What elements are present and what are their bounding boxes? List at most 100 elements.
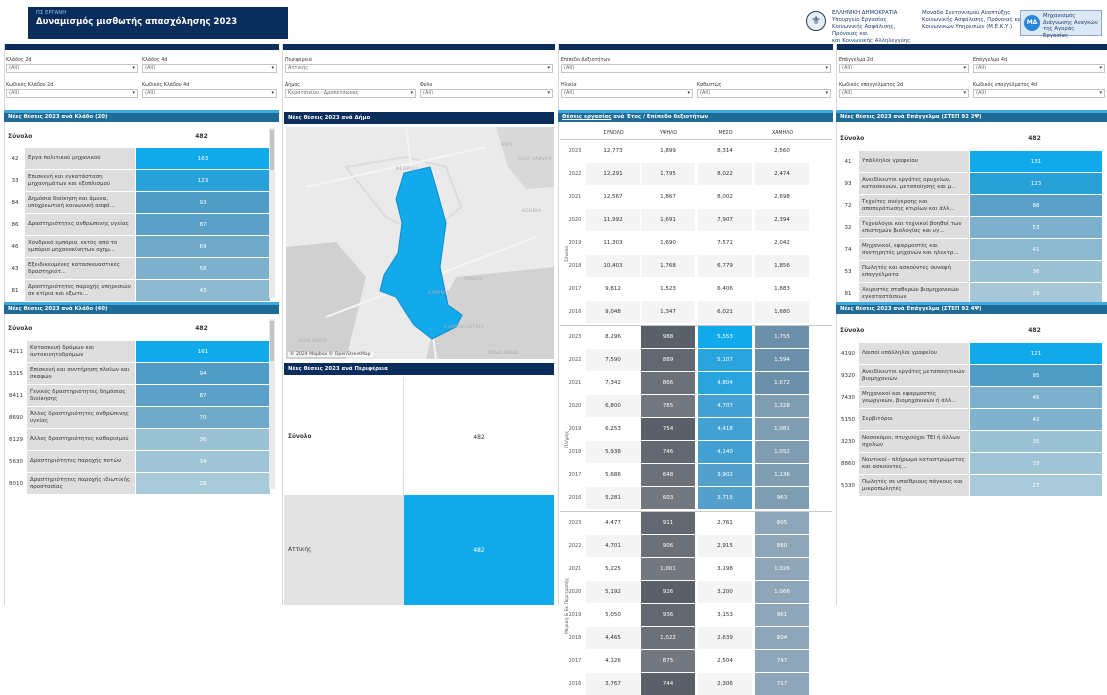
list-item[interactable]: 86Δραστηριότητες ανθρώπινης υγείας87 [5, 214, 270, 235]
list-item[interactable]: 46Χονδρικό εμπόριο, εκτός από το εμπόριο… [5, 236, 270, 257]
filter-perifereia[interactable]: Περιφέρεια Αττικής▾ [285, 58, 553, 75]
list-item[interactable]: 84Δημόσια διοίκηση και άμυνα, υποχρεωτικ… [5, 192, 270, 213]
list-item[interactable]: 8690Άλλες δραστηριότητες ανθρώπινης υγεί… [5, 407, 270, 428]
matrix-cell[interactable]: 8,314 [698, 140, 752, 162]
matrix-cell[interactable]: 8,022 [698, 163, 752, 185]
matrix-cell[interactable]: 2,915 [698, 535, 752, 557]
matrix-cell[interactable]: 1,052 [755, 441, 809, 463]
klados40-scrollbar[interactable] [269, 319, 275, 489]
matrix-cell[interactable]: 1,899 [641, 140, 695, 162]
map-canvas[interactable] [286, 127, 554, 359]
matrix-cell[interactable]: 5,050 [586, 604, 640, 626]
list-item[interactable]: 9320Ανειδίκευτοι εργάτες μεταποιητικών β… [837, 365, 1102, 386]
matrix-cell[interactable]: 3,715 [698, 487, 752, 509]
matrix-cell[interactable]: 961 [755, 604, 809, 626]
matrix-cell[interactable]: 10,403 [586, 255, 640, 277]
item-bar[interactable]: 94 [136, 363, 270, 384]
matrix-cell[interactable]: 7,907 [698, 209, 752, 231]
matrix-cell[interactable]: 4,707 [698, 395, 752, 417]
matrix-cell[interactable]: 1,883 [755, 278, 809, 300]
filter-select[interactable]: Αττικής▾ [285, 64, 553, 73]
matrix-cell[interactable]: 4,701 [586, 535, 640, 557]
list-item[interactable]: 42Εργα πολιτικού μηχανικού163 [5, 148, 270, 169]
item-bar[interactable]: 36 [136, 429, 270, 450]
filter-klados-4d[interactable]: Κλάδος 4d (All)▾ [142, 58, 277, 75]
matrix-cell[interactable]: 3,200 [698, 581, 752, 603]
matrix-cell[interactable]: 6,253 [586, 418, 640, 440]
filter-epipedo[interactable]: Επίπεδο Δεξιοτήτων (All)▾ [561, 58, 831, 75]
matrix-cell[interactable]: 3,767 [586, 673, 640, 695]
item-bar[interactable]: 28 [136, 473, 270, 494]
matrix-cell[interactable]: 1,856 [755, 255, 809, 277]
filter-select[interactable]: (All)▾ [6, 89, 138, 98]
matrix-cell[interactable]: 1,690 [641, 232, 695, 254]
matrix-cell[interactable]: 1,768 [641, 255, 695, 277]
item-bar[interactable]: 161 [136, 341, 270, 362]
filter-ilikia[interactable]: Ηλικία (All)▾ [561, 83, 693, 100]
column-header[interactable]: ΧΑΜΗΛΟ [755, 131, 810, 136]
matrix-cell[interactable]: 5,192 [586, 581, 640, 603]
matrix-cell[interactable]: 1,026 [755, 558, 809, 580]
matrix-cell[interactable]: 7,342 [586, 372, 640, 394]
matrix-cell[interactable]: 2,474 [755, 163, 809, 185]
matrix-cell[interactable]: 1,755 [755, 326, 809, 348]
filter-kodikos-2d[interactable]: Κωδικός Κλάδου 2d (All)▾ [6, 83, 138, 100]
matrix-cell[interactable]: 804 [755, 627, 809, 649]
matrix-cell[interactable]: 12,773 [586, 140, 640, 162]
keratsini-drapetsona-area[interactable] [380, 167, 462, 339]
filter-select[interactable]: (All)▾ [420, 89, 553, 98]
matrix-cell[interactable]: 3,902 [698, 464, 752, 486]
column-header[interactable]: ΜΕΣΟ [698, 131, 753, 136]
item-bar[interactable]: 131 [970, 151, 1102, 172]
matrix-cell[interactable]: 926 [641, 581, 695, 603]
item-bar[interactable]: 121 [970, 343, 1102, 364]
item-bar[interactable]: 87 [136, 385, 270, 406]
matrix-cell[interactable]: 8,002 [698, 186, 752, 208]
matrix-cell[interactable]: 7,571 [698, 232, 752, 254]
filter-dimos[interactable]: Δήμος Κερατσινίου - Δραπετσώνας▾ [285, 83, 416, 100]
matrix-cell[interactable]: 6,406 [698, 278, 752, 300]
list-item[interactable]: 4211Κατασκευή δρόμων και αυτοκινητοδρόμω… [5, 341, 270, 362]
filter-select[interactable]: Κερατσινίου - Δραπετσώνας▾ [285, 89, 416, 98]
item-bar[interactable]: 29 [970, 283, 1102, 304]
matrix-cell[interactable]: 7,590 [586, 349, 640, 371]
matrix-cell[interactable]: 988 [641, 326, 695, 348]
matrix-cell[interactable]: 1,136 [755, 464, 809, 486]
matrix-cell[interactable]: 746 [641, 441, 695, 463]
matrix-cell[interactable]: 747 [755, 650, 809, 672]
list-item[interactable]: 74Μηχανικοί, εφαρμοστές και συντηρητές μ… [837, 239, 1102, 260]
matrix-cell[interactable]: 2,761 [698, 512, 752, 534]
matrix-cell[interactable]: 5,225 [586, 558, 640, 580]
matrix-cell[interactable]: 5,553 [698, 326, 752, 348]
matrix-cell[interactable]: 3,198 [698, 558, 752, 580]
list-item[interactable]: 5150Σερβιτόροι42 [837, 409, 1102, 430]
list-item[interactable]: 8860Ναυτικοί - πλήρωμα καταστρώματος και… [837, 453, 1102, 474]
matrix-cell[interactable]: 5,686 [586, 464, 640, 486]
column-header[interactable]: ΣΥΝΟΛΟ [586, 131, 641, 136]
matrix-cell[interactable]: 1,347 [641, 301, 695, 323]
matrix-cell[interactable]: 4,804 [698, 372, 752, 394]
matrix-cell[interactable]: 805 [755, 512, 809, 534]
matrix-cell[interactable]: 5,281 [586, 487, 640, 509]
matrix-cell[interactable]: 2,560 [755, 140, 809, 162]
matrix-cell[interactable]: 1,867 [641, 186, 695, 208]
list-item[interactable]: 93Ανειδίκευτοι εργάτες ορυχείων, κατασκε… [837, 173, 1102, 194]
filter-select[interactable]: (All)▾ [839, 64, 969, 73]
filter-select[interactable]: (All)▾ [142, 89, 277, 98]
filter-select[interactable]: (All)▾ [561, 89, 693, 98]
perifereia-row-label-cell[interactable]: Αττικής [284, 495, 404, 605]
list-item[interactable]: 43Εξειδικευμένες κατασκευαστικές δραστηρ… [5, 258, 270, 279]
list-item[interactable]: 5330Πωλητές σε υπαίθριους πάγκους και μι… [837, 475, 1102, 496]
skills-title-link[interactable]: Θέσεις εργασίας [562, 114, 611, 120]
matrix-cell[interactable]: 744 [641, 673, 695, 695]
matrix-cell[interactable]: 1,523 [641, 278, 695, 300]
item-bar[interactable]: 35 [970, 431, 1102, 452]
matrix-cell[interactable]: 11,303 [586, 232, 640, 254]
matrix-cell[interactable]: 936 [641, 604, 695, 626]
matrix-cell[interactable]: 1,672 [755, 372, 809, 394]
klados20-scrollbar[interactable] [269, 128, 275, 298]
matrix-cell[interactable]: 6,021 [698, 301, 752, 323]
matrix-cell[interactable]: 8,296 [586, 326, 640, 348]
item-bar[interactable]: 53 [970, 217, 1102, 238]
matrix-cell[interactable]: 9,048 [586, 301, 640, 323]
